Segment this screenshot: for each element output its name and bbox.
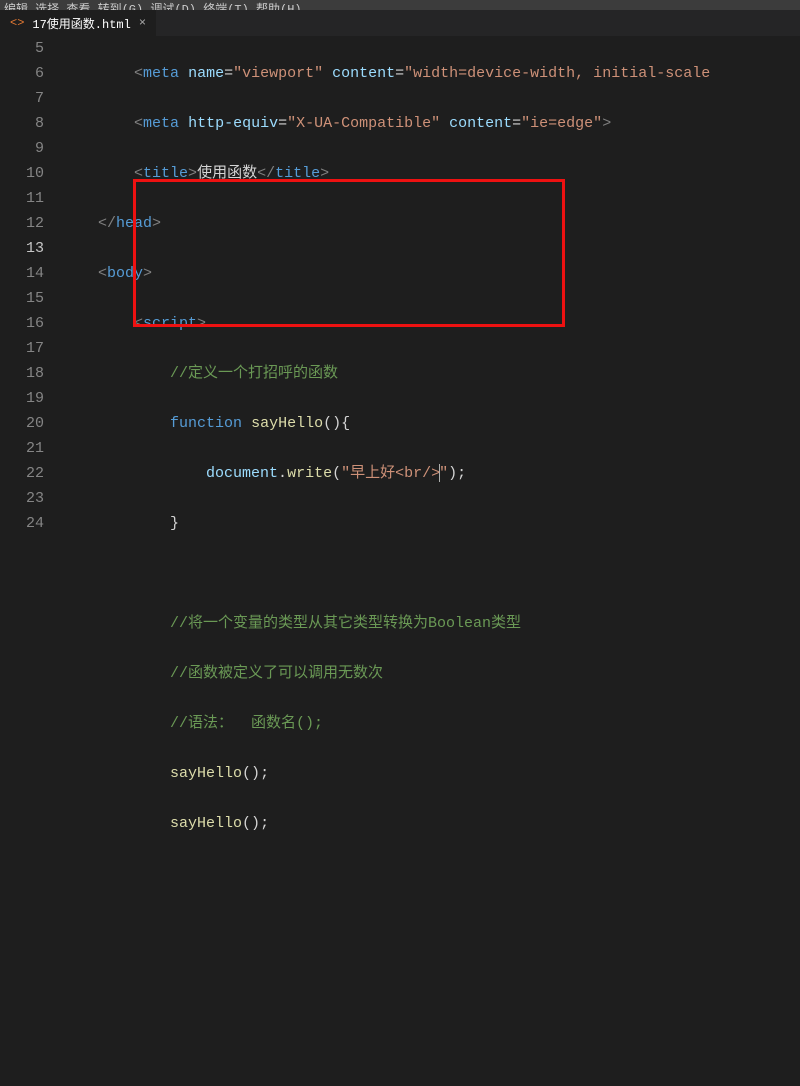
line-number: 23 <box>0 486 44 511</box>
line-number: 17 <box>0 336 44 361</box>
line-number: 19 <box>0 386 44 411</box>
line-number: 6 <box>0 61 44 86</box>
line-number: 10 <box>0 161 44 186</box>
line-number: 14 <box>0 261 44 286</box>
line-number: 20 <box>0 411 44 436</box>
code-line: <script> <box>62 311 800 336</box>
code-line: //语法： 函数名(); <box>62 711 800 736</box>
tab-active[interactable]: <> 17使用函数.html × <box>0 10 156 36</box>
code-line: //将一个变量的类型从其它类型转换为Boolean类型 <box>62 611 800 636</box>
close-icon[interactable]: × <box>139 16 146 30</box>
line-number: 18 <box>0 361 44 386</box>
tab-filename: 17使用函数.html <box>32 15 130 32</box>
code-area[interactable]: <meta name="viewport" content="width=dev… <box>62 36 800 562</box>
code-line <box>62 561 800 586</box>
code-line: } <box>62 511 800 536</box>
line-number: 15 <box>0 286 44 311</box>
code-line <box>62 911 800 936</box>
line-number: 12 <box>0 211 44 236</box>
code-line: <body> <box>62 261 800 286</box>
line-number: 21 <box>0 436 44 461</box>
code-line: //定义一个打招呼的函数 <box>62 361 800 386</box>
line-number-gutter: 5 6 7 8 9 10 11 12 13 14 15 16 17 18 19 … <box>0 36 62 562</box>
line-number-current: 13 <box>0 236 44 261</box>
line-number: 7 <box>0 86 44 111</box>
code-line: <title>使用函数</title> <box>62 161 800 186</box>
code-line <box>62 861 800 886</box>
code-line: <meta http-equiv="X-UA-Compatible" conte… <box>62 111 800 136</box>
line-number: 5 <box>0 36 44 61</box>
editor[interactable]: 5 6 7 8 9 10 11 12 13 14 15 16 17 18 19 … <box>0 36 800 562</box>
code-line: </head> <box>62 211 800 236</box>
menu-bar[interactable]: 编辑 选择 查看 转到(G) 调试(D) 终端(T) 帮助(H) <box>0 0 800 10</box>
code-line <box>62 1011 800 1036</box>
line-number: 8 <box>0 111 44 136</box>
menu-text: 编辑 选择 查看 转到(G) 调试(D) 终端(T) 帮助(H) <box>4 3 302 10</box>
code-line: sayHello(); <box>62 811 800 836</box>
code-line <box>62 961 800 986</box>
code-line: //函数被定义了可以调用无数次 <box>62 661 800 686</box>
code-line: function sayHello(){ <box>62 411 800 436</box>
line-number: 9 <box>0 136 44 161</box>
tab-bar: <> 17使用函数.html × <box>0 10 800 36</box>
code-line: document.write("早上好<br/>"); <box>62 461 800 486</box>
code-line: <meta name="viewport" content="width=dev… <box>62 61 800 86</box>
html-file-icon: <> <box>10 16 24 30</box>
line-number: 22 <box>0 461 44 486</box>
line-number: 11 <box>0 186 44 211</box>
line-number: 24 <box>0 511 44 536</box>
line-number: 16 <box>0 311 44 336</box>
code-line: sayHello(); <box>62 761 800 786</box>
